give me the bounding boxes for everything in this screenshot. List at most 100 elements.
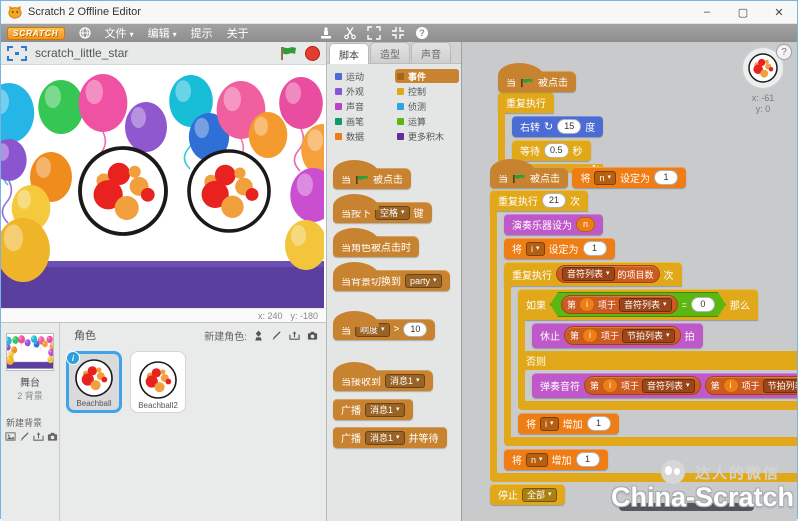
list-dropdown[interactable]: 音符列表▾ <box>642 379 695 393</box>
script-spin[interactable]: 当 被点击 重复执行 右转 ↻ 15 度 <box>498 62 603 173</box>
degrees-input[interactable]: 15 <box>557 119 581 134</box>
menu-file[interactable]: 文件 ▾ <box>105 25 134 41</box>
value-input[interactable]: 1 <box>587 416 611 431</box>
message-dropdown[interactable]: 消息1▾ <box>385 374 425 388</box>
scripts-pane[interactable]: 当 被点击 重复执行 右转 ↻ 15 度 <box>462 42 797 521</box>
delete-scissors-icon[interactable] <box>343 26 357 40</box>
block-set-instrument[interactable]: 演奏乐器设为 n <box>504 214 603 235</box>
camera-icon[interactable] <box>47 431 58 442</box>
block-repeat-list-length[interactable]: 重复执行 音符列表▾ 的项目数 次 <box>504 262 797 446</box>
variable-i-reporter[interactable]: i <box>723 378 739 393</box>
camera-icon[interactable] <box>307 330 318 341</box>
project-name[interactable]: scratch_little_star <box>35 46 272 60</box>
upload-icon[interactable] <box>33 431 44 442</box>
paintbrush-icon[interactable] <box>19 431 30 442</box>
category-pen[interactable]: 画笔 <box>333 114 395 128</box>
sensor-dropdown[interactable]: 响度▾ <box>355 323 390 337</box>
item-of-list-reporter[interactable]: 第 i 项于 节拍列表▾ <box>564 326 681 345</box>
block-repeat-21[interactable]: 重复执行 21 次 演奏乐器设为 n 将 i▾ <box>490 190 797 482</box>
variable-i-reporter[interactable]: i <box>582 328 598 343</box>
category-control[interactable]: 控制 <box>395 84 459 98</box>
category-operators[interactable]: 运算 <box>395 114 459 128</box>
variable-dropdown[interactable]: i▾ <box>526 242 545 256</box>
block-when-sprite-clicked[interactable]: 当角色被点击时 <box>333 236 419 257</box>
key-dropdown[interactable]: 空格▾ <box>375 206 410 220</box>
sprite-card-beachball2[interactable]: Beachball2 <box>130 351 186 413</box>
list-length-reporter[interactable]: 音符列表▾ 的项目数 <box>556 265 660 283</box>
backdrop-dropdown[interactable]: party▾ <box>405 274 442 288</box>
block-play-note[interactable]: 弹奏音符 第 i 项于 音符列表▾ <box>532 373 797 398</box>
list-dropdown[interactable]: 节拍列表▾ <box>763 379 797 393</box>
script-play-song[interactable]: 当 被点击 将 n▾ 设定为 1 重复执行 21 次 <box>490 158 797 505</box>
message-dropdown[interactable]: 消息1▾ <box>365 431 405 445</box>
block-when-key-pressed[interactable]: 当按下 空格▾ 键 <box>333 202 432 223</box>
value-input[interactable]: 1 <box>654 170 678 185</box>
category-data[interactable]: 数据 <box>333 129 395 143</box>
block-when-i-receive[interactable]: 当接收到 消息1▾ <box>333 370 433 391</box>
variable-i-reporter[interactable]: i <box>579 297 595 312</box>
variable-dropdown[interactable]: n▾ <box>526 453 548 467</box>
tab-costumes[interactable]: 造型 <box>370 42 410 63</box>
close-button[interactable]: ✕ <box>761 1 797 23</box>
block-when-backdrop-switches[interactable]: 当背景切换到 party▾ <box>333 270 450 291</box>
info-icon[interactable]: i <box>66 351 80 365</box>
minimize-button[interactable]: – <box>689 1 725 23</box>
upload-icon[interactable] <box>289 330 300 341</box>
value-input[interactable]: 0 <box>691 297 715 312</box>
block-set-variable-n[interactable]: 将 n▾ 设定为 1 <box>572 167 686 188</box>
maximize-button[interactable]: ▢ <box>725 1 761 23</box>
value-input[interactable]: 1 <box>583 241 607 256</box>
stop-dropdown[interactable]: 全部▾ <box>522 488 557 502</box>
category-sound[interactable]: 声音 <box>333 99 395 113</box>
block-help-icon[interactable]: ? <box>415 26 429 40</box>
message-dropdown[interactable]: 消息1▾ <box>365 403 405 417</box>
stage-thumbnail[interactable] <box>6 333 54 371</box>
item-of-list-reporter[interactable]: 第 i 项于 节拍列表▾ <box>705 376 797 395</box>
seconds-input[interactable]: 0.5 <box>544 143 569 158</box>
shrink-sprite-icon[interactable] <box>391 26 405 40</box>
block-help-icon[interactable]: ? <box>776 44 792 60</box>
block-broadcast[interactable]: 广播 消息1▾ <box>333 399 413 420</box>
list-dropdown[interactable]: 节拍列表▾ <box>622 329 675 343</box>
variable-dropdown[interactable]: n▾ <box>594 171 616 185</box>
category-sensing[interactable]: 侦测 <box>395 99 459 113</box>
variable-dropdown[interactable]: i▾ <box>540 417 559 431</box>
menu-about[interactable]: 关于 <box>227 25 249 41</box>
equals-operator[interactable]: 第 i 项于 音符列表▾ = 0 <box>550 292 726 317</box>
variable-i-reporter[interactable]: i <box>602 378 618 393</box>
menu-edit[interactable]: 编辑 ▾ <box>148 25 177 41</box>
block-if-else[interactable]: 如果 第 i 项于 音符列表▾ <box>518 289 797 410</box>
value-input[interactable]: 10 <box>403 322 427 337</box>
block-change-variable-n[interactable]: 将 n▾ 增加 1 <box>504 449 608 470</box>
paintbrush-icon[interactable] <box>271 330 282 341</box>
menu-tips[interactable]: 提示 <box>191 25 213 41</box>
block-when-flag-clicked[interactable]: 当 被点击 <box>490 167 568 188</box>
stop-icon[interactable] <box>305 46 320 61</box>
category-more-blocks[interactable]: 更多积木 <box>395 129 459 143</box>
category-events[interactable]: 事件 <box>395 69 459 83</box>
fullscreen-icon[interactable] <box>7 46 27 61</box>
backdrop-library-icon[interactable] <box>5 431 16 442</box>
block-when-flag-clicked[interactable]: 当 被点击 <box>333 168 411 189</box>
green-flag-icon[interactable] <box>280 46 297 61</box>
block-when-loudness-greater[interactable]: 当 响度▾ > 10 <box>333 319 435 340</box>
block-when-flag-clicked[interactable]: 当 被点击 <box>498 71 576 92</box>
block-stop-all[interactable]: 停止 全部▾ <box>490 484 565 505</box>
variable-n-reporter[interactable]: n <box>576 217 595 232</box>
item-of-list-reporter[interactable]: 第 i 项于 音符列表▾ <box>584 376 701 395</box>
tab-sounds[interactable]: 声音 <box>411 42 451 63</box>
category-looks[interactable]: 外观 <box>333 84 395 98</box>
horizontal-scrollbar[interactable] <box>619 503 754 511</box>
sprite-card-beachball[interactable]: i Beachball <box>66 351 122 413</box>
item-of-list-reporter[interactable]: 第 i 项于 音符列表▾ <box>561 295 678 314</box>
list-dropdown[interactable]: 音符列表▾ <box>562 267 615 281</box>
category-motion[interactable]: 运动 <box>333 69 395 83</box>
sprite-library-icon[interactable] <box>253 330 264 341</box>
repeat-count-input[interactable]: 21 <box>542 193 566 208</box>
list-dropdown[interactable]: 音符列表▾ <box>619 298 672 312</box>
block-broadcast-and-wait[interactable]: 广播 消息1▾ 并等待 <box>333 427 447 448</box>
duplicate-stamp-icon[interactable] <box>319 26 333 40</box>
language-globe-icon[interactable] <box>79 27 91 39</box>
grow-sprite-icon[interactable] <box>367 26 381 40</box>
value-input[interactable]: 1 <box>576 452 600 467</box>
